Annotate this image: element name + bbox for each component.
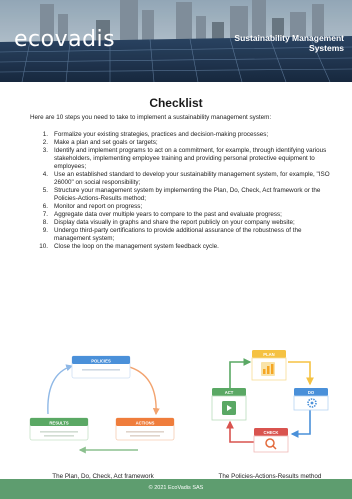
list-item: 7. Aggregate data over multiple years to … (30, 211, 330, 219)
do-box: DO (293, 388, 329, 411)
step-text: Formalize your existing strategies, prac… (54, 131, 269, 138)
arrow-do-check (290, 410, 311, 438)
check-box: CHECK (253, 428, 289, 453)
actions-box: ACTIONS (115, 417, 175, 441)
footer: © 2021 EcoVadis SAS (0, 479, 352, 499)
step-number: 6. (42, 203, 48, 210)
list-item: 10. Close the loop on the management syst… (30, 243, 330, 251)
step-number: 5. (42, 187, 48, 194)
step-number: 7. (42, 211, 48, 218)
banner-title: Sustainability Management Systems (234, 33, 344, 53)
step-number: 4. (42, 171, 48, 178)
step-text: Undergo third-party certifications to pr… (54, 227, 302, 242)
step-text: Display data visually in graphs and shar… (54, 219, 295, 226)
steps-list: 1. Formalize your existing strategies, pr… (30, 131, 330, 251)
step-number: 2. (42, 139, 48, 146)
step-number: 10. (39, 243, 48, 250)
ecovadis-logo: ecovadis (14, 27, 116, 52)
step-text: Use an established standard to develop y… (54, 171, 330, 186)
step-number: 9. (42, 227, 48, 234)
chart-icon (261, 362, 275, 376)
results-box: RESULTS (29, 417, 89, 441)
pdca-diagram: POLICIES ACTIONS RESULTS (29, 355, 175, 454)
act-label: ACT (225, 390, 234, 395)
list-item: 3. Identify and implement programs to act… (30, 147, 330, 171)
arrow-plan-do (288, 361, 314, 386)
step-text: Aggregate data over multiple years to co… (54, 211, 282, 218)
arrow-results-policies (47, 364, 74, 415)
plan-box: PLAN (251, 350, 287, 381)
act-box: ACT (211, 388, 247, 421)
do-label: DO (308, 390, 315, 395)
actions-label: ACTIONS (136, 421, 155, 426)
list-item: 2. Make a plan and set goals or targets; (30, 139, 330, 147)
step-text: Monitor and report on progress; (54, 203, 143, 210)
video-icon (222, 401, 236, 415)
intro-text: Here are 10 steps you need to take to im… (30, 114, 272, 121)
policies-label: POLICIES (91, 359, 111, 364)
arrow-act-plan (229, 358, 252, 388)
list-item: 9. Undergo third-party certifications to … (30, 227, 330, 243)
list-item: 8. Display data visually in graphs and sh… (30, 219, 330, 227)
check-label: CHECK (264, 430, 279, 435)
copyright-text: © 2021 EcoVadis SAS (148, 485, 204, 491)
step-number: 8. (42, 219, 48, 226)
step-text: Make a plan and set goals or targets; (54, 139, 158, 146)
header-banner: ecovadis Sustainability Management Syste… (0, 0, 352, 82)
par-diagram: PLAN DO CHECK ACT (211, 350, 329, 453)
list-item: 6. Monitor and report on progress; (30, 203, 330, 211)
step-number: 1. (42, 131, 48, 138)
step-number: 3. (42, 147, 48, 154)
arrow-check-act (226, 420, 254, 443)
page: ecovadis Sustainability Management Syste… (0, 0, 352, 499)
list-item: 5. Structure your management system by im… (30, 187, 330, 203)
step-text: Close the loop on the management system … (54, 243, 219, 250)
page-title: Checklist (149, 96, 203, 110)
list-item: 1. Formalize your existing strategies, pr… (30, 131, 330, 139)
arrow-policies-actions (125, 365, 160, 416)
policies-box: POLICIES (71, 355, 131, 379)
results-label: RESULTS (49, 421, 68, 426)
list-item: 4. Use an established standard to develop… (30, 171, 330, 187)
plan-label: PLAN (263, 352, 274, 357)
step-text: Structure your management system by impl… (54, 187, 321, 202)
step-text: Identify and implement programs to act o… (54, 147, 327, 170)
